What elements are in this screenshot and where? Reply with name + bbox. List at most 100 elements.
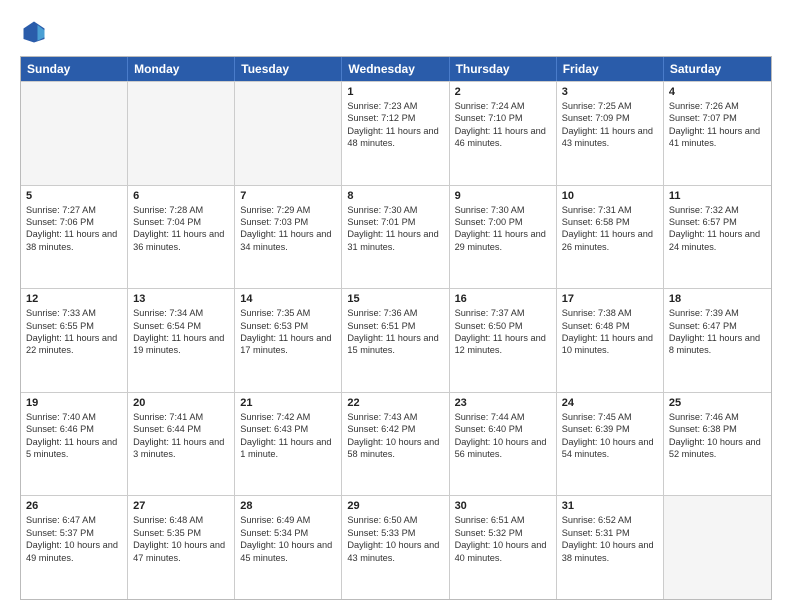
day-cell-26: 26Sunrise: 6:47 AM Sunset: 5:37 PM Dayli… (21, 496, 128, 599)
day-number: 20 (133, 397, 229, 409)
page: SundayMondayTuesdayWednesdayThursdayFrid… (0, 0, 792, 612)
day-header-thursday: Thursday (450, 57, 557, 81)
cell-sun-info: Sunrise: 7:32 AM Sunset: 6:57 PM Dayligh… (669, 204, 766, 254)
day-header-wednesday: Wednesday (342, 57, 449, 81)
day-cell-24: 24 Sunrise: 7:45 AM Sunset: 6:39 PM Dayli… (557, 393, 664, 496)
day-cell-29: 29Sunrise: 6:50 AM Sunset: 5:33 PM Dayli… (342, 496, 449, 599)
day-cell-22: 22 Sunrise: 7:43 AM Sunset: 6:42 PM Dayli… (342, 393, 449, 496)
day-number: 19 (26, 397, 122, 409)
day-number: 10 (562, 190, 658, 202)
cell-sun-info: Sunrise: 7:46 AM Sunset: 6:38 PM Dayligh… (669, 411, 766, 461)
cell-sun-info: Sunrise: 6:48 AM Sunset: 5:35 PM Dayligh… (133, 514, 229, 564)
cell-sun-info: Sunrise: 7:41 AM Sunset: 6:44 PM Dayligh… (133, 411, 229, 461)
calendar-body: 1 Sunrise: 7:23 AM Sunset: 7:12 PM Daylig… (21, 81, 771, 599)
header (20, 18, 772, 46)
day-cell-23: 23Sunrise: 7:44 AM Sunset: 6:40 PM Dayli… (450, 393, 557, 496)
day-cell-7: 7 Sunrise: 7:29 AM Sunset: 7:03 PM Daylig… (235, 186, 342, 289)
day-cell-30: 30 Sunrise: 6:51 AM Sunset: 5:32 PM Dayli… (450, 496, 557, 599)
day-number: 9 (455, 190, 551, 202)
cell-sun-info: Sunrise: 7:30 AM Sunset: 7:00 PM Dayligh… (455, 204, 551, 254)
day-cell-5: 5Sunrise: 7:27 AM Sunset: 7:06 PM Daylig… (21, 186, 128, 289)
day-cell-3: 3 Sunrise: 7:25 AM Sunset: 7:09 PM Daylig… (557, 82, 664, 185)
day-number: 30 (455, 500, 551, 512)
day-number: 1 (347, 86, 443, 98)
cell-sun-info: Sunrise: 7:45 AM Sunset: 6:39 PM Dayligh… (562, 411, 658, 461)
calendar-row-0: 1 Sunrise: 7:23 AM Sunset: 7:12 PM Daylig… (21, 81, 771, 185)
day-number: 6 (133, 190, 229, 202)
day-cell-11: 11 Sunrise: 7:32 AM Sunset: 6:57 PM Dayli… (664, 186, 771, 289)
cell-sun-info: Sunrise: 7:24 AM Sunset: 7:10 PM Dayligh… (455, 100, 551, 150)
cell-sun-info: Sunrise: 7:30 AM Sunset: 7:01 PM Dayligh… (347, 204, 443, 254)
day-cell-4: 4 Sunrise: 7:26 AM Sunset: 7:07 PM Daylig… (664, 82, 771, 185)
logo-icon (20, 18, 48, 46)
day-number: 3 (562, 86, 658, 98)
cell-sun-info: Sunrise: 7:28 AM Sunset: 7:04 PM Dayligh… (133, 204, 229, 254)
day-header-friday: Friday (557, 57, 664, 81)
day-number: 11 (669, 190, 766, 202)
day-number: 29 (347, 500, 443, 512)
day-number: 26 (26, 500, 122, 512)
empty-cell (21, 82, 128, 185)
day-number: 25 (669, 397, 766, 409)
day-header-saturday: Saturday (664, 57, 771, 81)
day-number: 14 (240, 293, 336, 305)
day-cell-18: 18 Sunrise: 7:39 AM Sunset: 6:47 PM Dayli… (664, 289, 771, 392)
cell-sun-info: Sunrise: 7:43 AM Sunset: 6:42 PM Dayligh… (347, 411, 443, 461)
day-header-tuesday: Tuesday (235, 57, 342, 81)
logo (20, 18, 52, 46)
cell-sun-info: Sunrise: 7:42 AM Sunset: 6:43 PM Dayligh… (240, 411, 336, 461)
day-number: 13 (133, 293, 229, 305)
day-cell-8: 8 Sunrise: 7:30 AM Sunset: 7:01 PM Daylig… (342, 186, 449, 289)
day-cell-16: 16Sunrise: 7:37 AM Sunset: 6:50 PM Dayli… (450, 289, 557, 392)
calendar: SundayMondayTuesdayWednesdayThursdayFrid… (20, 56, 772, 600)
day-cell-17: 17Sunrise: 7:38 AM Sunset: 6:48 PM Dayli… (557, 289, 664, 392)
day-number: 12 (26, 293, 122, 305)
day-cell-9: 9 Sunrise: 7:30 AM Sunset: 7:00 PM Daylig… (450, 186, 557, 289)
day-header-monday: Monday (128, 57, 235, 81)
cell-sun-info: Sunrise: 6:51 AM Sunset: 5:32 PM Dayligh… (455, 514, 551, 564)
cell-sun-info: Sunrise: 7:40 AM Sunset: 6:46 PM Dayligh… (26, 411, 122, 461)
day-number: 22 (347, 397, 443, 409)
cell-sun-info: Sunrise: 7:34 AM Sunset: 6:54 PM Dayligh… (133, 307, 229, 357)
day-number: 18 (669, 293, 766, 305)
cell-sun-info: Sunrise: 6:49 AM Sunset: 5:34 PM Dayligh… (240, 514, 336, 564)
day-number: 8 (347, 190, 443, 202)
day-cell-19: 19 Sunrise: 7:40 AM Sunset: 6:46 PM Dayli… (21, 393, 128, 496)
cell-sun-info: Sunrise: 7:33 AM Sunset: 6:55 PM Dayligh… (26, 307, 122, 357)
day-cell-27: 27Sunrise: 6:48 AM Sunset: 5:35 PM Dayli… (128, 496, 235, 599)
day-cell-20: 20 Sunrise: 7:41 AM Sunset: 6:44 PM Dayli… (128, 393, 235, 496)
calendar-row-2: 12 Sunrise: 7:33 AM Sunset: 6:55 PM Dayli… (21, 288, 771, 392)
day-cell-28: 28 Sunrise: 6:49 AM Sunset: 5:34 PM Dayli… (235, 496, 342, 599)
day-number: 16 (455, 293, 551, 305)
calendar-header: SundayMondayTuesdayWednesdayThursdayFrid… (21, 57, 771, 81)
calendar-row-1: 5Sunrise: 7:27 AM Sunset: 7:06 PM Daylig… (21, 185, 771, 289)
day-number: 7 (240, 190, 336, 202)
cell-sun-info: Sunrise: 7:31 AM Sunset: 6:58 PM Dayligh… (562, 204, 658, 254)
day-cell-15: 15 Sunrise: 7:36 AM Sunset: 6:51 PM Dayli… (342, 289, 449, 392)
cell-sun-info: Sunrise: 7:36 AM Sunset: 6:51 PM Dayligh… (347, 307, 443, 357)
day-number: 15 (347, 293, 443, 305)
cell-sun-info: Sunrise: 7:29 AM Sunset: 7:03 PM Dayligh… (240, 204, 336, 254)
cell-sun-info: Sunrise: 7:39 AM Sunset: 6:47 PM Dayligh… (669, 307, 766, 357)
empty-cell (235, 82, 342, 185)
day-number: 21 (240, 397, 336, 409)
day-number: 24 (562, 397, 658, 409)
cell-sun-info: Sunrise: 7:26 AM Sunset: 7:07 PM Dayligh… (669, 100, 766, 150)
cell-sun-info: Sunrise: 7:35 AM Sunset: 6:53 PM Dayligh… (240, 307, 336, 357)
day-number: 31 (562, 500, 658, 512)
day-cell-2: 2Sunrise: 7:24 AM Sunset: 7:10 PM Daylig… (450, 82, 557, 185)
day-number: 28 (240, 500, 336, 512)
day-cell-21: 21 Sunrise: 7:42 AM Sunset: 6:43 PM Dayli… (235, 393, 342, 496)
cell-sun-info: Sunrise: 7:25 AM Sunset: 7:09 PM Dayligh… (562, 100, 658, 150)
day-cell-10: 10 Sunrise: 7:31 AM Sunset: 6:58 PM Dayli… (557, 186, 664, 289)
cell-sun-info: Sunrise: 7:23 AM Sunset: 7:12 PM Dayligh… (347, 100, 443, 150)
cell-sun-info: Sunrise: 7:27 AM Sunset: 7:06 PM Dayligh… (26, 204, 122, 254)
day-header-sunday: Sunday (21, 57, 128, 81)
calendar-row-3: 19 Sunrise: 7:40 AM Sunset: 6:46 PM Dayli… (21, 392, 771, 496)
day-cell-12: 12 Sunrise: 7:33 AM Sunset: 6:55 PM Dayli… (21, 289, 128, 392)
day-cell-13: 13 Sunrise: 7:34 AM Sunset: 6:54 PM Dayli… (128, 289, 235, 392)
empty-cell (664, 496, 771, 599)
cell-sun-info: Sunrise: 7:44 AM Sunset: 6:40 PM Dayligh… (455, 411, 551, 461)
cell-sun-info: Sunrise: 7:38 AM Sunset: 6:48 PM Dayligh… (562, 307, 658, 357)
day-number: 4 (669, 86, 766, 98)
